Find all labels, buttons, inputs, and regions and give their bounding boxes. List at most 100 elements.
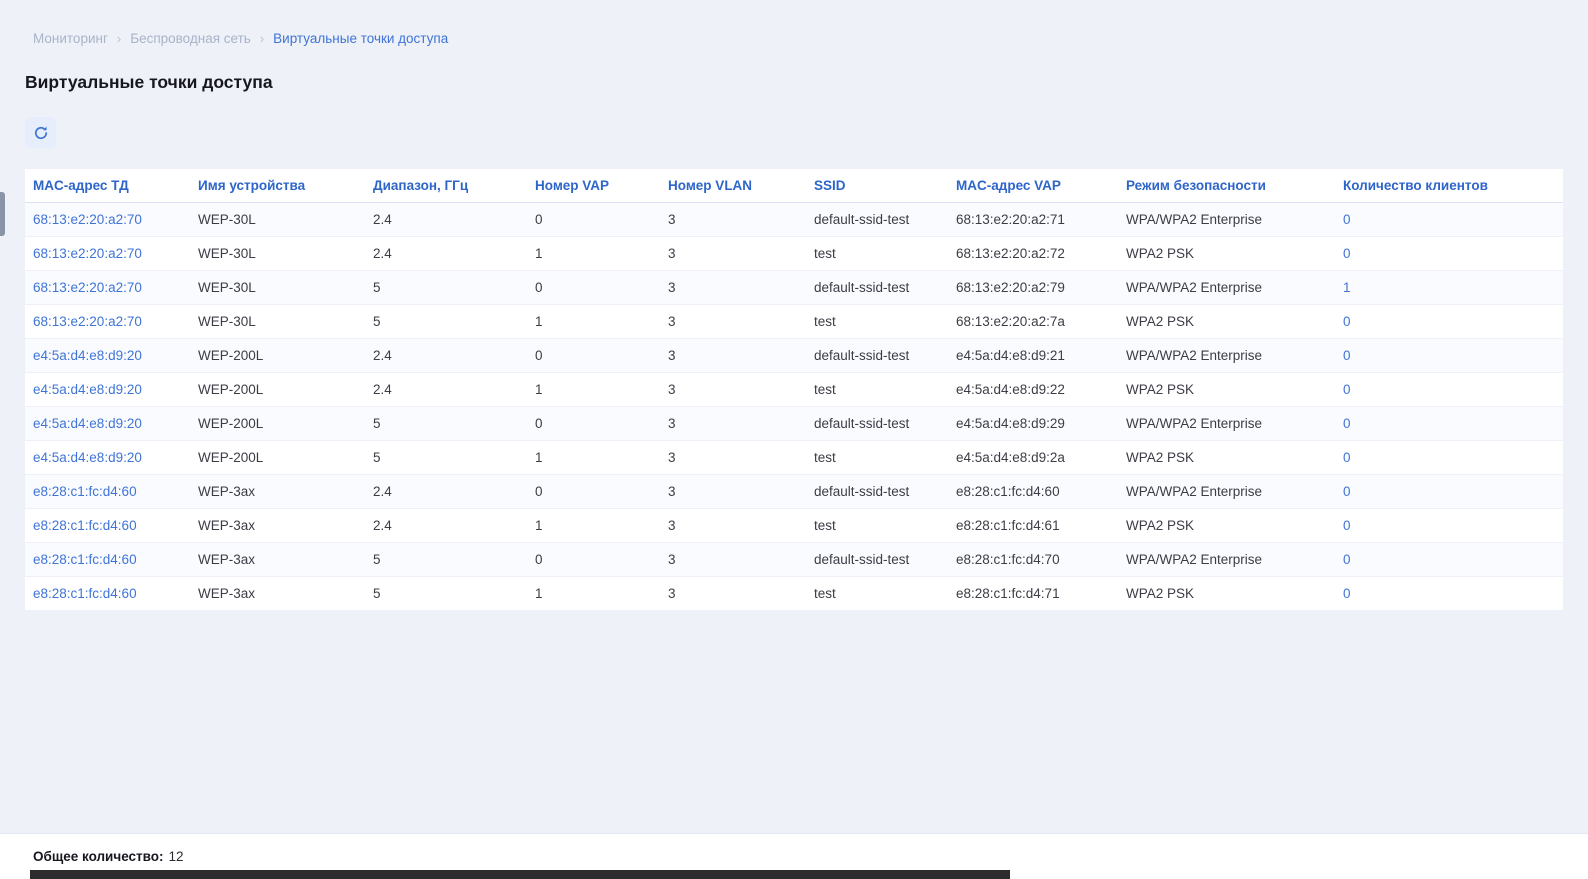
cell-device_name: WEP-3ax: [190, 543, 365, 577]
cell-mac_ap[interactable]: e4:5a:d4:e8:d9:20: [25, 441, 190, 475]
cell-vlan_number: 3: [660, 475, 806, 509]
column-header-client_count[interactable]: Количество клиентов: [1335, 169, 1563, 203]
cell-device_name: WEP-30L: [190, 271, 365, 305]
cell-client_count[interactable]: 0: [1335, 203, 1563, 237]
cell-security_mode: WPA/WPA2 Enterprise: [1118, 203, 1335, 237]
cell-mac_ap[interactable]: e4:5a:d4:e8:d9:20: [25, 373, 190, 407]
cell-security_mode: WPA/WPA2 Enterprise: [1118, 407, 1335, 441]
cell-mac_ap[interactable]: 68:13:e2:20:a2:70: [25, 237, 190, 271]
cell-vap_number: 1: [527, 373, 660, 407]
cell-device_name: WEP-30L: [190, 237, 365, 271]
table-row: e4:5a:d4:e8:d9:20WEP-200L503default-ssid…: [25, 407, 1563, 441]
cell-client_count[interactable]: 0: [1335, 339, 1563, 373]
cell-mac_vap: e4:5a:d4:e8:d9:29: [948, 407, 1118, 441]
cell-security_mode: WPA/WPA2 Enterprise: [1118, 475, 1335, 509]
cell-mac_ap[interactable]: e8:28:c1:fc:d4:60: [25, 509, 190, 543]
cell-client_count[interactable]: 1: [1335, 271, 1563, 305]
cell-security_mode: WPA/WPA2 Enterprise: [1118, 339, 1335, 373]
cell-client_count[interactable]: 0: [1335, 543, 1563, 577]
column-header-band_ghz[interactable]: Диапазон, ГГц: [365, 169, 527, 203]
cell-mac_ap[interactable]: 68:13:e2:20:a2:70: [25, 305, 190, 339]
cell-mac_ap[interactable]: e4:5a:d4:e8:d9:20: [25, 407, 190, 441]
cell-ssid: default-ssid-test: [806, 203, 948, 237]
page-title: Виртуальные точки доступа: [25, 72, 1588, 93]
cell-mac_ap[interactable]: e8:28:c1:fc:d4:60: [25, 543, 190, 577]
cell-ssid: test: [806, 441, 948, 475]
cell-client_count[interactable]: 0: [1335, 509, 1563, 543]
cell-security_mode: WPA2 PSK: [1118, 441, 1335, 475]
breadcrumb-separator: ›: [260, 31, 264, 46]
column-header-ssid[interactable]: SSID: [806, 169, 948, 203]
cell-client_count[interactable]: 0: [1335, 373, 1563, 407]
column-header-mac_ap[interactable]: MAC-адрес ТД: [25, 169, 190, 203]
cell-mac_ap[interactable]: 68:13:e2:20:a2:70: [25, 203, 190, 237]
column-header-vap_number[interactable]: Номер VAP: [527, 169, 660, 203]
breadcrumb-item-3[interactable]: Виртуальные точки доступа: [273, 31, 448, 46]
cell-vap_number: 1: [527, 237, 660, 271]
cell-client_count[interactable]: 0: [1335, 407, 1563, 441]
vap-table-header-row: MAC-адрес ТДИмя устройстваДиапазон, ГГцН…: [25, 169, 1563, 203]
cell-band_ghz: 5: [365, 305, 527, 339]
cell-vap_number: 1: [527, 441, 660, 475]
cell-client_count[interactable]: 0: [1335, 237, 1563, 271]
cell-security_mode: WPA/WPA2 Enterprise: [1118, 543, 1335, 577]
cell-ssid: test: [806, 305, 948, 339]
cell-band_ghz: 2.4: [365, 509, 527, 543]
cell-band_ghz: 5: [365, 441, 527, 475]
table-row: e8:28:c1:fc:d4:60WEP-3ax2.413teste8:28:c…: [25, 509, 1563, 543]
cell-band_ghz: 5: [365, 407, 527, 441]
cell-ssid: test: [806, 373, 948, 407]
refresh-button[interactable]: [25, 117, 56, 148]
column-header-vlan_number[interactable]: Номер VLAN: [660, 169, 806, 203]
table-row: e4:5a:d4:e8:d9:20WEP-200L2.413teste4:5a:…: [25, 373, 1563, 407]
breadcrumb-item-1[interactable]: Мониторинг: [33, 31, 108, 46]
table-row: 68:13:e2:20:a2:70WEP-30L503default-ssid-…: [25, 271, 1563, 305]
cell-vlan_number: 3: [660, 577, 806, 611]
cell-mac_ap[interactable]: e8:28:c1:fc:d4:60: [25, 475, 190, 509]
cell-mac_ap[interactable]: 68:13:e2:20:a2:70: [25, 271, 190, 305]
cell-vlan_number: 3: [660, 441, 806, 475]
cell-device_name: WEP-3ax: [190, 475, 365, 509]
cell-mac_vap: e4:5a:d4:e8:d9:22: [948, 373, 1118, 407]
cell-vap_number: 0: [527, 475, 660, 509]
cell-ssid: default-ssid-test: [806, 271, 948, 305]
column-header-security_mode[interactable]: Режим безопасности: [1118, 169, 1335, 203]
cell-ssid: test: [806, 509, 948, 543]
cell-client_count[interactable]: 0: [1335, 577, 1563, 611]
cell-device_name: WEP-200L: [190, 407, 365, 441]
cell-band_ghz: 2.4: [365, 237, 527, 271]
table-row: 68:13:e2:20:a2:70WEP-30L513test68:13:e2:…: [25, 305, 1563, 339]
cell-client_count[interactable]: 0: [1335, 475, 1563, 509]
cell-band_ghz: 5: [365, 577, 527, 611]
cell-mac_vap: 68:13:e2:20:a2:79: [948, 271, 1118, 305]
cell-vlan_number: 3: [660, 407, 806, 441]
column-header-mac_vap[interactable]: MAC-адрес VAP: [948, 169, 1118, 203]
cell-band_ghz: 2.4: [365, 203, 527, 237]
cell-mac_vap: 68:13:e2:20:a2:7a: [948, 305, 1118, 339]
cell-vlan_number: 3: [660, 509, 806, 543]
cell-vlan_number: 3: [660, 339, 806, 373]
cell-mac_vap: e8:28:c1:fc:d4:60: [948, 475, 1118, 509]
cell-mac_ap[interactable]: e8:28:c1:fc:d4:60: [25, 577, 190, 611]
cell-vlan_number: 3: [660, 305, 806, 339]
column-header-device_name[interactable]: Имя устройства: [190, 169, 365, 203]
breadcrumb-item-2[interactable]: Беспроводная сеть: [130, 31, 251, 46]
table-row: e8:28:c1:fc:d4:60WEP-3ax513teste8:28:c1:…: [25, 577, 1563, 611]
total-count-label: Общее количество:: [33, 849, 164, 864]
cell-client_count[interactable]: 0: [1335, 441, 1563, 475]
cell-device_name: WEP-200L: [190, 339, 365, 373]
cell-mac_ap[interactable]: e4:5a:d4:e8:d9:20: [25, 339, 190, 373]
table-row: e4:5a:d4:e8:d9:20WEP-200L2.403default-ss…: [25, 339, 1563, 373]
table-row: e4:5a:d4:e8:d9:20WEP-200L513teste4:5a:d4…: [25, 441, 1563, 475]
cell-vlan_number: 3: [660, 543, 806, 577]
cell-mac_vap: 68:13:e2:20:a2:71: [948, 203, 1118, 237]
cell-client_count[interactable]: 0: [1335, 305, 1563, 339]
cell-vlan_number: 3: [660, 271, 806, 305]
cell-vap_number: 0: [527, 339, 660, 373]
cell-vap_number: 1: [527, 305, 660, 339]
toolbar: [25, 117, 1588, 148]
sidebar-edge-handle[interactable]: [0, 192, 5, 236]
cell-mac_vap: e4:5a:d4:e8:d9:2a: [948, 441, 1118, 475]
cell-security_mode: WPA/WPA2 Enterprise: [1118, 271, 1335, 305]
cell-device_name: WEP-30L: [190, 305, 365, 339]
